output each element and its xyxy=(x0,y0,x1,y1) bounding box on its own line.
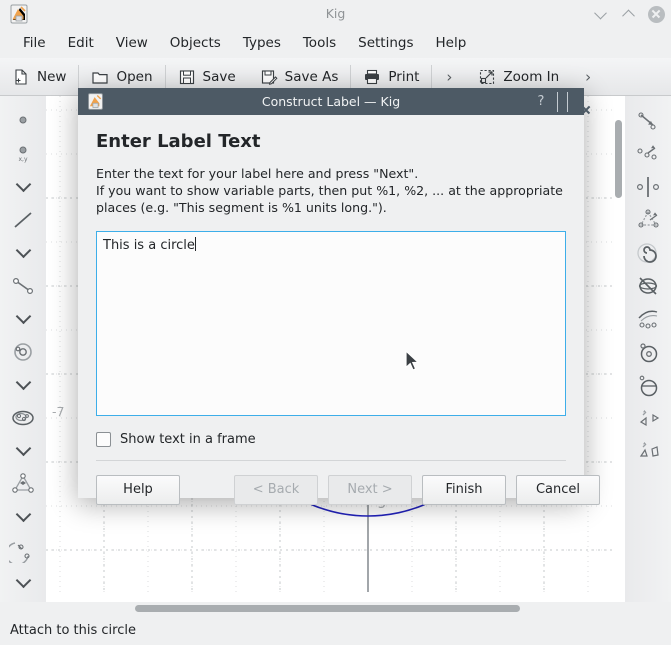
dialog-description-line-2: If you want to show variable parts, then… xyxy=(96,183,566,200)
x-axis-label: -7 xyxy=(52,404,64,419)
sidebar-point-xy-tool[interactable]: x,y xyxy=(2,137,44,170)
toolbar-new-button[interactable]: New xyxy=(0,58,78,96)
right-tool-sidebar xyxy=(625,96,671,602)
sidebar-vector-tool[interactable] xyxy=(627,104,669,137)
svg-text:x,y: x,y xyxy=(18,156,27,163)
menu-settings[interactable]: Settings xyxy=(347,31,424,55)
sidebar-transform-tool[interactable] xyxy=(627,203,669,236)
dialog-divider xyxy=(96,460,566,461)
sidebar-segment-tool[interactable] xyxy=(2,269,44,302)
show-frame-label: Show text in a frame xyxy=(120,432,256,447)
help-button[interactable]: Help xyxy=(96,475,180,505)
show-frame-checkbox-row[interactable]: Show text in a frame xyxy=(96,432,566,447)
toolbar-open-label: Open xyxy=(116,69,152,85)
window-title: Kig xyxy=(0,0,671,28)
chevron-down-icon xyxy=(15,309,31,325)
sidebar-circle-through-point-tool[interactable] xyxy=(627,335,669,368)
sidebar-arc-tool[interactable] xyxy=(2,533,44,566)
menu-view[interactable]: View xyxy=(105,31,159,55)
sidebar-circle-tool[interactable] xyxy=(2,335,44,368)
finish-button[interactable]: Finish xyxy=(422,475,506,505)
dialog-button-row: Help < Back Next > Finish Cancel xyxy=(96,475,566,505)
sidebar-arcs-more[interactable] xyxy=(2,566,44,599)
menu-types[interactable]: Types xyxy=(232,31,292,55)
chevron-down-icon xyxy=(15,243,31,259)
sidebar-ellipse-tool[interactable] xyxy=(627,368,669,401)
toolbar-save-label: Save xyxy=(203,69,236,85)
folder-open-icon xyxy=(91,68,109,86)
sidebar-point-tool[interactable] xyxy=(2,104,44,137)
sidebar-segments-more[interactable] xyxy=(2,302,44,335)
dialog-description-line-1: Enter the text for your label here and p… xyxy=(96,166,566,183)
dialog-body: Enter Label Text Enter the text for your… xyxy=(78,115,584,498)
window-maximize-button[interactable] xyxy=(619,5,637,23)
canvas-vertical-scrollbar[interactable] xyxy=(615,120,622,198)
toolbar-new-label: New xyxy=(37,69,66,85)
back-button: < Back xyxy=(234,475,318,505)
window-close-button[interactable] xyxy=(647,5,665,23)
sidebar-affinity-tool[interactable] xyxy=(627,434,669,467)
sidebar-spiral-tool[interactable] xyxy=(627,236,669,269)
sidebar-translate-tool[interactable] xyxy=(627,137,669,170)
construct-label-dialog: Construct Label — Kig ? Enter Label Text… xyxy=(78,88,584,498)
text-caret xyxy=(195,237,196,251)
toolbar-print-label: Print xyxy=(388,69,419,85)
sidebar-triangles-more[interactable] xyxy=(2,500,44,533)
show-frame-checkbox[interactable] xyxy=(96,432,111,447)
chevron-down-icon xyxy=(15,375,31,391)
menu-tools[interactable]: Tools xyxy=(292,31,347,55)
sidebar-lines-more[interactable] xyxy=(2,236,44,269)
left-tool-sidebar: x,y xyxy=(0,96,46,602)
sidebar-conic-tool[interactable] xyxy=(2,401,44,434)
chevron-down-icon xyxy=(15,177,31,193)
dialog-heading: Enter Label Text xyxy=(96,131,566,152)
dialog-maximize-button[interactable] xyxy=(567,92,568,111)
sidebar-triangle-tool[interactable] xyxy=(2,467,44,500)
kig-application-window: Kig File Edit View Objects Types Tools S… xyxy=(0,0,671,645)
toolbar-save-as-label: Save As xyxy=(285,69,339,85)
chevron-down-icon xyxy=(15,507,31,523)
sidebar-points-more[interactable] xyxy=(2,170,44,203)
window-controls xyxy=(591,0,665,28)
label-text-value: This is a circle xyxy=(103,238,195,253)
dialog-description: Enter the text for your label here and p… xyxy=(96,166,566,217)
sidebar-circles-more[interactable] xyxy=(2,368,44,401)
menu-file[interactable]: File xyxy=(12,31,57,55)
chevron-down-icon xyxy=(15,441,31,457)
new-document-icon xyxy=(12,68,30,86)
window-minimize-button[interactable] xyxy=(591,5,609,23)
label-text-input[interactable]: This is a circle xyxy=(96,231,566,416)
chevron-down-icon xyxy=(15,573,31,589)
next-button: Next > xyxy=(328,475,412,505)
sidebar-projective-tool[interactable] xyxy=(627,401,669,434)
dialog-title: Construct Label — Kig xyxy=(78,88,584,115)
dialog-titlebar: Construct Label — Kig ? xyxy=(78,88,584,115)
dialog-minimize-button[interactable] xyxy=(557,92,558,111)
sidebar-locus-tool[interactable] xyxy=(627,302,669,335)
menu-objects[interactable]: Objects xyxy=(159,31,232,55)
statusbar-text: Attach to this circle xyxy=(10,623,136,638)
menu-help[interactable]: Help xyxy=(425,31,478,55)
menubar: File Edit View Objects Types Tools Setti… xyxy=(0,28,671,58)
menu-edit[interactable]: Edit xyxy=(57,31,105,55)
save-as-icon xyxy=(260,68,278,86)
toolbar-zoom-in-label: Zoom In xyxy=(503,69,559,85)
cancel-button[interactable]: Cancel xyxy=(516,475,600,505)
zoom-in-icon xyxy=(478,68,496,86)
sidebar-mirror-tool[interactable] xyxy=(627,170,669,203)
sidebar-line-tool[interactable] xyxy=(2,203,44,236)
sidebar-conics-more[interactable] xyxy=(2,434,44,467)
dialog-help-button[interactable]: ? xyxy=(534,94,548,109)
canvas-horizontal-scrollbar[interactable] xyxy=(135,605,520,612)
dialog-window-controls: ? xyxy=(534,88,577,115)
printer-icon xyxy=(363,68,381,86)
floppy-save-icon xyxy=(178,68,196,86)
window-titlebar: Kig xyxy=(0,0,671,28)
sidebar-hidden-object-tool[interactable] xyxy=(627,269,669,302)
dialog-description-line-3: places (e.g. "This segment is %1 units l… xyxy=(96,200,566,217)
statusbar: Attach to this circle xyxy=(0,616,671,645)
mouse-cursor xyxy=(404,350,424,374)
